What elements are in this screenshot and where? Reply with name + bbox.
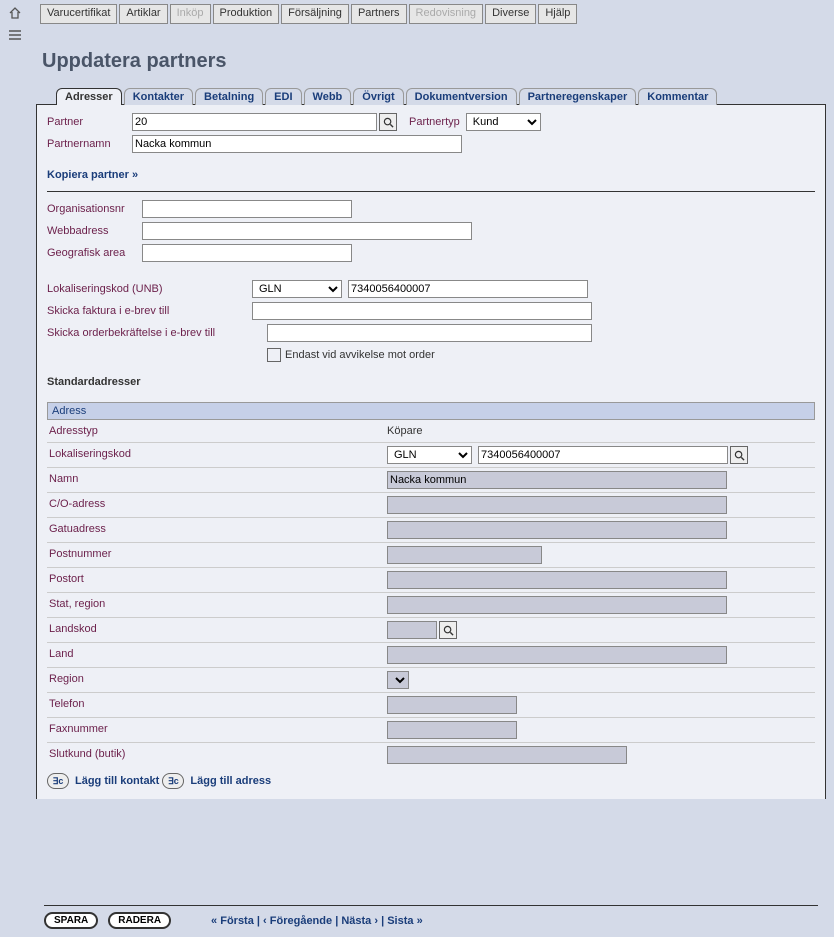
left-rail [0, 0, 30, 937]
land-input[interactable] [387, 646, 727, 664]
nav-first[interactable]: « Första [211, 915, 254, 927]
stat-input[interactable] [387, 596, 727, 614]
nav-links: « Första | ‹ Föregående | Nästa › | Sist… [211, 915, 423, 927]
address-panel-heading: Adress [47, 402, 815, 420]
tab-inkop: Inköp [170, 4, 211, 24]
lokaliseringskod-type-select[interactable]: GLN [252, 280, 342, 298]
slutkund-label: Slutkund (butik) [47, 742, 387, 767]
stat-label: Stat, region [47, 592, 387, 617]
region-label: Region [47, 667, 387, 692]
tab-varucertifikat[interactable]: Varucertifikat [40, 4, 117, 24]
radera-button[interactable]: RADERA [108, 912, 171, 929]
standardadresser-heading: Standardadresser [47, 366, 815, 402]
region-select[interactable] [387, 671, 409, 689]
partner-search-icon[interactable] [379, 113, 397, 131]
partner-label: Partner [47, 116, 132, 128]
geo-label: Geografisk area [47, 247, 142, 259]
add-address-icon: ∃c [162, 773, 184, 789]
addr-lokaliseringskod-search-icon[interactable] [730, 446, 748, 464]
endast-label: Endast vid avvikelse mot order [285, 349, 435, 361]
partnertyp-select[interactable]: Kund [466, 113, 541, 131]
skicka-faktura-label: Skicka faktura i e-brev till [47, 305, 252, 317]
fax-label: Faxnummer [47, 717, 387, 742]
main-content: Uppdatera partners Adresser Kontakter Be… [36, 30, 826, 937]
tab-forsaljning[interactable]: Försäljning [281, 4, 349, 24]
addr-lokaliseringskod-type-select[interactable]: GLN [387, 446, 472, 464]
endast-checkbox[interactable] [267, 348, 281, 362]
kopiera-partner-link[interactable]: Kopiera partner » [47, 169, 138, 181]
footer-bar: SPARA RADERA « Första | ‹ Föregående | N… [44, 905, 818, 929]
tab-hjalp[interactable]: Hjälp [538, 4, 577, 24]
nav-next[interactable]: Nästa › [341, 915, 378, 927]
subtab-adresser[interactable]: Adresser [56, 88, 122, 105]
fax-input[interactable] [387, 721, 517, 739]
subtab-edi[interactable]: EDI [265, 88, 301, 105]
gatu-input[interactable] [387, 521, 727, 539]
land-label: Land [47, 642, 387, 667]
skicka-faktura-input[interactable] [252, 302, 592, 320]
home-icon[interactable] [8, 6, 22, 20]
adresstyp-value: Köpare [387, 425, 422, 437]
landskod-input[interactable] [387, 621, 437, 639]
addr-lokaliseringskod-input[interactable] [478, 446, 728, 464]
organisationsnr-input[interactable] [142, 200, 352, 218]
nav-last[interactable]: Sista » [387, 915, 422, 927]
subtab-dokumentversion[interactable]: Dokumentversion [406, 88, 517, 105]
tab-artiklar[interactable]: Artiklar [119, 4, 167, 24]
add-address-label: Lägg till adress [190, 775, 271, 787]
landskod-search-icon[interactable] [439, 621, 457, 639]
landskod-label: Landskod [47, 617, 387, 642]
tab-redovisning: Redovisning [409, 4, 484, 24]
address-grid: Adresstyp Köpare Lokaliseringskod GLN Na… [47, 420, 815, 767]
sub-tab-bar: Adresser Kontakter Betalning EDI Webb Öv… [36, 87, 826, 105]
postnr-input[interactable] [387, 546, 542, 564]
addr-lokaliseringskod-label: Lokaliseringskod [47, 442, 387, 467]
partner-input[interactable] [132, 113, 377, 131]
subtab-webb[interactable]: Webb [304, 88, 352, 105]
add-contact-icon: ∃c [47, 773, 69, 789]
postort-label: Postort [47, 567, 387, 592]
hamburger-icon[interactable] [8, 30, 22, 40]
lokaliseringskod-label: Lokaliseringskod (UNB) [47, 283, 252, 295]
partnertyp-label: Partnertyp [409, 116, 460, 128]
adresstyp-label: Adresstyp [47, 420, 387, 442]
skicka-order-label: Skicka orderbekräftelse i e-brev till [47, 327, 267, 339]
page-title: Uppdatera partners [36, 30, 826, 87]
webbadress-label: Webbadress [47, 225, 142, 237]
namn-input[interactable] [387, 471, 727, 489]
subtab-betalning[interactable]: Betalning [195, 88, 263, 105]
tab-produktion[interactable]: Produktion [213, 4, 280, 24]
nav-prev[interactable]: ‹ Föregående [263, 915, 332, 927]
lokaliseringskod-input[interactable] [348, 280, 588, 298]
add-contact-label: Lägg till kontakt [75, 775, 159, 787]
form-area: Partner Partnertyp Kund Partnernamn Kopi… [36, 105, 826, 799]
add-address-button[interactable]: ∃c Lägg till adress [162, 773, 271, 789]
telefon-input[interactable] [387, 696, 517, 714]
subtab-kommentar[interactable]: Kommentar [638, 88, 717, 105]
gatu-label: Gatuadress [47, 517, 387, 542]
partnernamn-label: Partnernamn [47, 138, 132, 150]
telefon-label: Telefon [47, 692, 387, 717]
geo-input[interactable] [142, 244, 352, 262]
partnernamn-input[interactable] [132, 135, 462, 153]
top-tab-bar: Varucertifikat Artiklar Inköp Produktion… [40, 4, 824, 24]
tab-diverse[interactable]: Diverse [485, 4, 536, 24]
organisationsnr-label: Organisationsnr [47, 203, 142, 215]
webbadress-input[interactable] [142, 222, 472, 240]
co-input[interactable] [387, 496, 727, 514]
spara-button[interactable]: SPARA [44, 912, 98, 929]
skicka-order-input[interactable] [267, 324, 592, 342]
subtab-kontakter[interactable]: Kontakter [124, 88, 193, 105]
add-contact-button[interactable]: ∃c Lägg till kontakt [47, 773, 159, 789]
tab-partners[interactable]: Partners [351, 4, 407, 24]
namn-label: Namn [47, 467, 387, 492]
slutkund-input[interactable] [387, 746, 627, 764]
subtab-ovrigt[interactable]: Övrigt [353, 88, 403, 105]
subtab-partneregenskaper[interactable]: Partneregenskaper [519, 88, 637, 105]
co-label: C/O-adress [47, 492, 387, 517]
postort-input[interactable] [387, 571, 727, 589]
postnr-label: Postnummer [47, 542, 387, 567]
